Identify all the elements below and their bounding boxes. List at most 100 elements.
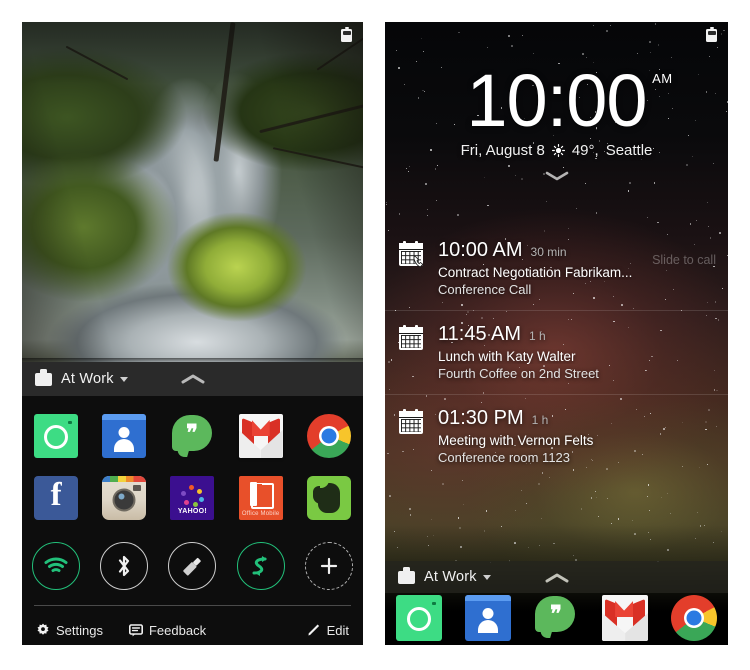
slide-to-call-hint[interactable]: Slide to call [652,253,716,267]
app-tile-evernote[interactable] [295,474,363,522]
app-tile-facebook[interactable]: f [22,474,90,522]
star-decor [521,490,523,492]
agenda-subtitle: Fourth Coffee on 2nd Street [438,366,599,381]
agenda-text: 11:45 AM 1 h Lunch with Katy Walter Fourt… [438,324,714,382]
toggle-flashlight[interactable] [158,542,226,590]
flashlight-toggle-ring[interactable] [168,542,217,590]
agenda-title: Meeting with Vernon Felts [438,433,594,448]
profile-bar[interactable]: At Work [22,362,363,396]
lock-temperature: 49°, [571,142,599,160]
chevron-up-icon[interactable] [545,572,569,584]
app-tile-gmail[interactable] [227,412,295,460]
bluetooth-toggle-ring[interactable] [100,542,149,590]
left-wallpaper [22,22,363,367]
star-decor [486,204,489,207]
star-decor [667,493,668,495]
star-decor [525,503,527,505]
chevron-down-icon[interactable] [544,169,570,181]
phone-glyph-icon [413,255,424,268]
toggle-add[interactable] [295,542,363,590]
edit-button[interactable]: Edit [307,623,349,638]
gmail-icon [238,414,283,458]
briefcase-icon [35,369,52,386]
agenda-time-row: 11:45 AM 1 h [438,324,714,345]
app-tile-instagram[interactable] [90,474,158,522]
edit-label: Edit [326,622,349,638]
settings-button[interactable]: Settings [36,623,103,638]
agenda-duration: 1 h [529,329,546,343]
app-tile-chrome[interactable] [659,593,728,643]
calendar-icon [399,409,425,436]
add-toggle-ring[interactable] [304,542,353,590]
star-decor [537,483,540,486]
star-decor [457,214,459,216]
sync-toggle-ring[interactable] [236,542,285,590]
star-decor [416,60,418,62]
toggle-wifi[interactable] [22,542,90,590]
star-decor [689,223,692,225]
clock-meridiem: AM [652,71,673,86]
agenda-time: 10:00 AM [438,239,523,261]
branch-decor [259,103,363,134]
clock-time: 10:00 AM [466,64,672,138]
star-decor [532,53,534,55]
app-tile-office[interactable]: Office Mobile [227,474,295,522]
flashlight-icon [183,557,202,576]
star-decor [385,201,387,203]
star-decor [389,495,391,498]
app-tile-camera[interactable] [22,412,90,460]
star-decor [632,519,634,522]
date-weather-strip: Fri, August 8 49°, Seattle [385,142,728,159]
agenda-item[interactable]: 11:45 AM 1 h Lunch with Katy Walter Fourt… [385,310,728,394]
star-decor [485,510,488,512]
caret-down-icon[interactable] [119,376,128,382]
app-tile-hangouts[interactable]: ❞ [158,412,226,460]
star-decor [425,183,427,185]
app-tile-camera[interactable] [385,593,454,643]
screenshot-stage: At Work ❞ f YAHOO! Office Mobile Setting… [0,0,750,670]
lock-date: Fri, August 8 [460,142,545,160]
briefcase-icon [398,567,415,584]
agenda-list: 10:00 AM 30 min Contract Negotiation Fabr… [385,227,728,478]
calendar-call-icon [399,241,425,268]
toggle-sync[interactable] [227,542,295,590]
app-tile-people[interactable] [454,593,523,643]
agenda-item[interactable]: 10:00 AM 30 min Contract Negotiation Fabr… [385,227,728,310]
app-tile-hangouts[interactable]: ❞ [522,593,591,643]
evernote-icon [306,476,351,520]
agenda-time: 01:30 PM [438,407,524,429]
feedback-button[interactable]: Feedback [128,623,206,638]
star-decor [541,518,542,519]
facebook-icon: f [34,476,79,520]
star-decor [582,53,584,55]
agenda-time: 11:45 AM [438,323,522,345]
app-tile-yahoo[interactable]: YAHOO! [158,474,226,522]
agenda-item[interactable]: 01:30 PM 1 h Meeting with Vernon Felts Co… [385,394,728,478]
agenda-text: 01:30 PM 1 h Meeting with Vernon Felts Co… [438,407,714,466]
star-decor [435,200,437,202]
app-tile-gmail[interactable] [591,593,660,643]
branch-decor [65,45,129,81]
star-decor [442,483,444,485]
toggle-bluetooth[interactable] [90,542,158,590]
star-decor [545,200,547,202]
people-icon [102,414,147,458]
star-decor [595,497,597,499]
agenda-subtitle: Conference Call [438,282,532,297]
star-decor [461,480,463,481]
app-tile-chrome[interactable] [295,412,363,460]
star-decor [716,47,719,49]
chevron-up-icon[interactable] [181,373,205,385]
star-decor [653,182,656,184]
profile-bar[interactable]: At Work [385,561,728,593]
office-icon: Office Mobile [238,476,283,520]
camera-icon [396,595,443,641]
camera-icon [34,414,79,458]
star-decor [709,56,711,58]
yahoo-label: YAHOO! [177,508,208,515]
star-decor [410,514,412,516]
wifi-toggle-ring[interactable] [32,542,81,590]
app-tile-people[interactable] [90,412,158,460]
caret-down-icon[interactable] [482,574,491,580]
people-icon [464,595,511,641]
